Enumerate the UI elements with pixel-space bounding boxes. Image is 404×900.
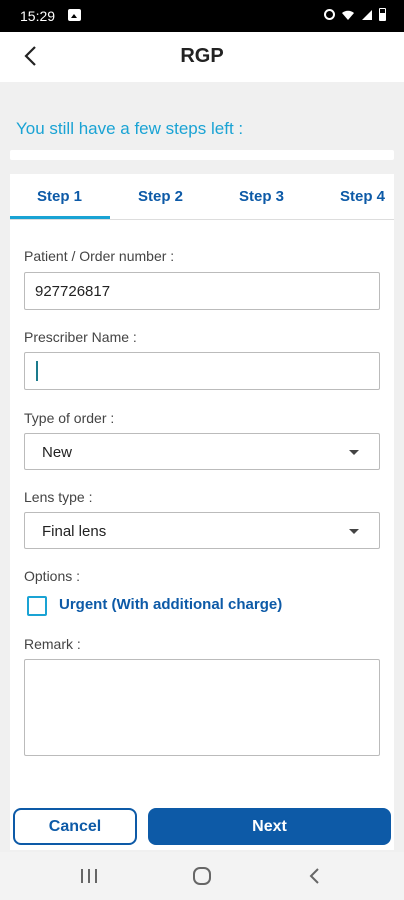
order-type-label: Type of order : — [24, 410, 115, 426]
battery-icon — [379, 8, 386, 21]
prescriber-name-input[interactable] — [24, 352, 380, 390]
order-number-input[interactable]: 927726817 — [24, 272, 380, 310]
tab-step-4[interactable]: Step 4 — [340, 188, 385, 205]
dropdown-arrow-icon — [349, 450, 359, 455]
tab-step-2[interactable]: Step 2 — [138, 188, 183, 205]
recent-apps-icon[interactable] — [76, 864, 102, 888]
urgent-label[interactable]: Urgent (With additional charge) — [59, 596, 282, 613]
system-nav-bar — [0, 852, 404, 900]
form-card: Step 1 Step 2 Step 3 Step 4 Patient / Or… — [10, 174, 394, 850]
remark-label: Remark : — [24, 636, 81, 652]
nav-back-icon[interactable] — [302, 864, 328, 888]
status-icons — [324, 8, 386, 21]
dropdown-arrow-icon — [349, 529, 359, 534]
order-number-label: Patient / Order number : — [24, 248, 175, 264]
order-type-select[interactable]: New — [24, 433, 380, 470]
alarm-icon — [324, 9, 335, 20]
next-button[interactable]: Next — [148, 808, 391, 845]
lens-type-label: Lens type : — [24, 489, 93, 505]
step-tabs: Step 1 Step 2 Step 3 Step 4 — [10, 174, 394, 220]
photo-icon — [68, 9, 81, 21]
order-type-value: New — [42, 444, 73, 461]
home-icon[interactable] — [189, 864, 215, 888]
wifi-icon — [342, 10, 354, 20]
app-header: RGP — [0, 32, 404, 82]
steps-left-message: You still have a few steps left : — [16, 119, 244, 138]
options-label: Options : — [24, 568, 81, 584]
urgent-checkbox[interactable] — [27, 596, 47, 616]
text-caret — [36, 361, 38, 381]
status-bar: 15:29 — [0, 0, 404, 32]
order-number-value: 927726817 — [35, 283, 111, 300]
cancel-button[interactable]: Cancel — [13, 808, 137, 845]
status-time: 15:29 — [20, 8, 56, 24]
active-tab-indicator — [10, 216, 110, 219]
lens-type-value: Final lens — [42, 523, 107, 540]
signal-icon — [362, 9, 372, 20]
prescriber-label: Prescriber Name : — [24, 329, 137, 345]
tab-step-3[interactable]: Step 3 — [239, 188, 284, 205]
page-title: RGP — [180, 45, 224, 67]
lens-type-select[interactable]: Final lens — [24, 512, 380, 549]
progress-bar — [10, 150, 394, 160]
tab-step-1[interactable]: Step 1 — [37, 188, 82, 205]
remark-textarea[interactable] — [24, 659, 380, 756]
